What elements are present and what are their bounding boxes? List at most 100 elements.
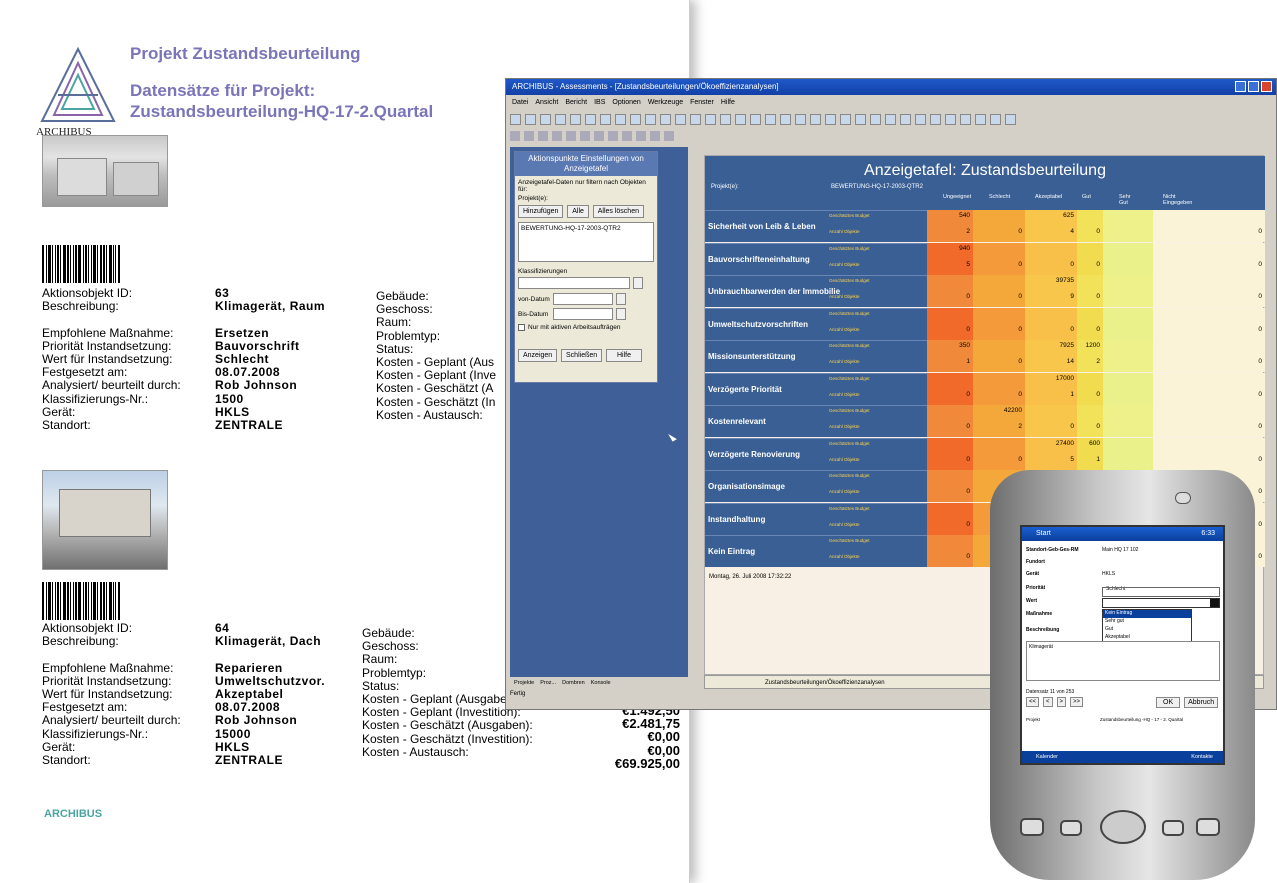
pane-tab[interactable]: Konsole xyxy=(591,680,611,686)
class-picker-button[interactable] xyxy=(633,277,643,289)
toolbar-button-icon[interactable] xyxy=(750,113,761,125)
toolbar-button-icon[interactable] xyxy=(975,113,986,125)
menu-item[interactable]: IBS xyxy=(594,99,605,106)
all-button[interactable]: Alle xyxy=(567,205,589,218)
active-orders-checkbox[interactable] xyxy=(518,324,525,331)
pda-next-button[interactable]: > xyxy=(1056,697,1067,707)
toolbar-button-icon[interactable] xyxy=(810,113,821,125)
pda-right-button[interactable] xyxy=(1196,818,1220,836)
pda-prev-button[interactable]: < xyxy=(1043,697,1053,707)
clear-all-button[interactable]: Alles löschen xyxy=(592,205,644,218)
class-input[interactable] xyxy=(518,277,630,289)
toolbar-button-icon[interactable] xyxy=(930,113,941,125)
window-titlebar[interactable]: ARCHIBUS - Assessments - [Zustandsbeurte… xyxy=(506,79,1276,95)
menu-item[interactable]: Bericht xyxy=(565,99,587,106)
toolbar-button-icon[interactable] xyxy=(945,113,956,125)
toolbar-button-icon[interactable] xyxy=(990,113,1001,125)
pda-mail-button[interactable] xyxy=(1162,820,1184,836)
pda-field-value[interactable]: HKLS xyxy=(1102,571,1115,577)
projects-list[interactable]: BEWERTUNG-HQ-17-2003-QTR2 xyxy=(518,222,654,262)
pda-start-label[interactable]: Start xyxy=(1036,530,1051,537)
nav-button-icon[interactable] xyxy=(650,131,660,141)
toolbar-button-icon[interactable] xyxy=(615,113,626,125)
pane-tab[interactable]: Proz... xyxy=(540,680,556,686)
pda-start-bar[interactable]: Start 6:33 xyxy=(1022,527,1223,541)
toolbar-button-icon[interactable] xyxy=(645,113,656,125)
nav-button-icon[interactable] xyxy=(538,131,548,141)
toolbar-button-icon[interactable] xyxy=(825,113,836,125)
toolbar-button-icon[interactable] xyxy=(795,113,806,125)
toolbar-button-icon[interactable] xyxy=(885,113,896,125)
nav-button-icon[interactable] xyxy=(664,131,674,141)
pda-description-box[interactable]: Klimagerät xyxy=(1026,641,1220,681)
menu-item[interactable]: Hilfe xyxy=(721,99,735,106)
nav-button-icon[interactable] xyxy=(580,131,590,141)
nav-button-icon[interactable] xyxy=(594,131,604,141)
toolbar-button-icon[interactable] xyxy=(570,113,581,125)
menu-item[interactable]: Optionen xyxy=(612,99,640,106)
pda-left-button[interactable] xyxy=(1020,818,1044,836)
toolbar-button-icon[interactable] xyxy=(720,113,731,125)
toolbar-button-icon[interactable] xyxy=(1005,113,1016,125)
toolbar-button-icon[interactable] xyxy=(690,113,701,125)
pda-value-select[interactable] xyxy=(1102,598,1220,608)
toolbar-button-icon[interactable] xyxy=(915,113,926,125)
from-date-input[interactable] xyxy=(553,293,613,305)
toolbar-button-icon[interactable] xyxy=(840,113,851,125)
to-date-input[interactable] xyxy=(553,308,613,320)
pda-last-button[interactable]: >> xyxy=(1070,697,1084,707)
toolbar-button-icon[interactable] xyxy=(630,113,641,125)
toolbar-button-icon[interactable] xyxy=(675,113,686,125)
pane-tab[interactable]: Projekte xyxy=(514,680,534,686)
nav-button-icon[interactable] xyxy=(566,131,576,141)
help-button[interactable]: Hilfe xyxy=(605,349,642,362)
toolbar-button-icon[interactable] xyxy=(540,113,551,125)
nav-button-icon[interactable] xyxy=(552,131,562,141)
nav-button-icon[interactable] xyxy=(622,131,632,141)
maximize-icon[interactable] xyxy=(1248,81,1259,92)
toolbar-button-icon[interactable] xyxy=(555,113,566,125)
nav-button-icon[interactable] xyxy=(510,131,520,141)
close-button[interactable]: Schließen xyxy=(561,349,603,362)
pda-priority-select[interactable] xyxy=(1102,587,1220,597)
pda-calendar-button[interactable] xyxy=(1060,820,1082,836)
toolbar-button-icon[interactable] xyxy=(585,113,596,125)
toolbar-button-icon[interactable] xyxy=(780,113,791,125)
pda-cancel-button[interactable]: Abbruch xyxy=(1184,697,1219,708)
menu-item[interactable]: Werkzeuge xyxy=(648,99,683,106)
nav-button-icon[interactable] xyxy=(608,131,618,141)
add-button[interactable]: Hinzufügen xyxy=(518,205,564,218)
toolbar-button-icon[interactable] xyxy=(705,113,716,125)
pda-dropdown-option[interactable]: Kein Eintrag xyxy=(1103,610,1191,618)
close-icon[interactable] xyxy=(1261,81,1272,92)
pda-first-button[interactable]: << xyxy=(1026,697,1040,707)
pda-dropdown-option[interactable]: Sehr gut xyxy=(1103,618,1191,626)
toolbar-button-icon[interactable] xyxy=(735,113,746,125)
minimize-icon[interactable] xyxy=(1235,81,1246,92)
toolbar-button-icon[interactable] xyxy=(525,113,536,125)
toolbar-button-icon[interactable] xyxy=(600,113,611,125)
show-button[interactable]: Anzeigen xyxy=(518,349,558,362)
toolbar-button-icon[interactable] xyxy=(900,113,911,125)
toolbar-button-icon[interactable] xyxy=(765,113,776,125)
menu-item[interactable]: Fenster xyxy=(690,99,714,106)
pda-nav-pad[interactable] xyxy=(1100,810,1146,844)
chevron-down-icon[interactable] xyxy=(1210,599,1219,607)
toolbar-button-icon[interactable] xyxy=(855,113,866,125)
nav-button-icon[interactable] xyxy=(636,131,646,141)
toolbar-button-icon[interactable] xyxy=(660,113,671,125)
pda-calendar-softkey[interactable]: Kalender xyxy=(1036,751,1058,763)
pda-contacts-softkey[interactable]: Kontakte xyxy=(1191,751,1213,763)
toolbar-button-icon[interactable] xyxy=(870,113,881,125)
from-date-button[interactable] xyxy=(616,293,626,305)
pda-ok-button[interactable]: OK xyxy=(1156,697,1181,708)
toolbar-button-icon[interactable] xyxy=(510,113,521,125)
to-date-button[interactable] xyxy=(616,308,626,320)
menu-item[interactable]: Datei xyxy=(512,99,528,106)
menu-item[interactable]: Ansicht xyxy=(535,99,558,106)
pda-field-value[interactable]: Main HQ 17 102 xyxy=(1102,547,1138,553)
pane-tab[interactable]: Dombren xyxy=(562,680,585,686)
project-value[interactable]: BEWERTUNG-HQ-17-2003-QTR2 xyxy=(521,225,621,232)
pda-dropdown-option[interactable]: Gut xyxy=(1103,626,1191,634)
nav-button-icon[interactable] xyxy=(524,131,534,141)
